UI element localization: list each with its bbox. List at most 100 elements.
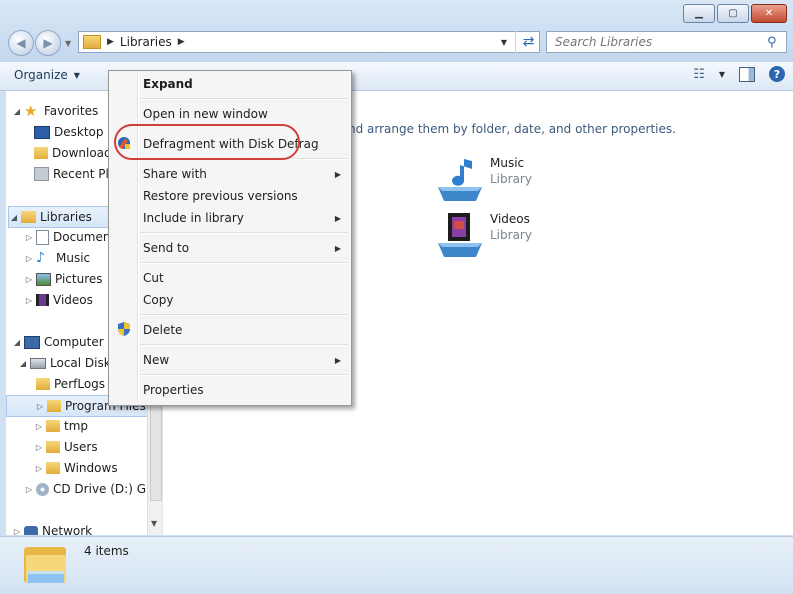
expand-arrow-icon[interactable]: ▷	[34, 422, 44, 431]
disk-icon	[30, 357, 46, 369]
folder-icon	[46, 462, 60, 474]
view-controls: ☷ ▼ ?	[693, 66, 785, 82]
submenu-arrow-icon: ▶	[334, 356, 341, 365]
nav-item-label: Pictures	[55, 272, 103, 286]
menu-gutter	[137, 73, 139, 401]
folder-icon	[47, 400, 61, 412]
address-bar[interactable]: ▶ Libraries ▶ ▼	[78, 31, 540, 53]
window-buttons: ▁ ▢ ✕	[683, 4, 787, 23]
nav-item-label: PerfLogs	[54, 377, 106, 391]
nav-item-documents[interactable]: ▷ Documents	[24, 227, 121, 247]
minimize-button[interactable]: ▁	[683, 4, 715, 23]
collapse-arrow-icon[interactable]: ◢	[12, 338, 22, 347]
menu-item-send-to[interactable]: Send to	[143, 241, 189, 255]
breadcrumb-libraries[interactable]: Libraries	[120, 35, 172, 49]
breadcrumb-arrow-icon[interactable]: ▶	[107, 37, 114, 47]
expand-arrow-icon[interactable]: ▷	[24, 485, 34, 494]
nav-folder-users[interactable]: ▷ Users	[34, 437, 98, 457]
library-hint-text: nd arrange them by folder, date, and oth…	[348, 122, 676, 136]
music-icon: ♪	[36, 250, 45, 266]
nav-favorites[interactable]: ◢ ★ Favorites	[12, 101, 98, 121]
recent-pages-dropdown[interactable]: ▼	[65, 39, 71, 48]
search-box: ⚲	[546, 31, 787, 53]
nav-item-label: Videos	[53, 293, 93, 307]
menu-item-new[interactable]: New	[143, 353, 169, 367]
collapse-arrow-icon[interactable]: ◢	[18, 359, 28, 368]
help-icon[interactable]: ?	[769, 66, 785, 82]
close-button[interactable]: ✕	[751, 4, 787, 23]
folder-icon	[46, 441, 60, 453]
expand-arrow-icon[interactable]: ▷	[24, 275, 34, 284]
search-icon[interactable]: ⚲	[767, 35, 777, 50]
back-button[interactable]: ◀	[8, 30, 34, 56]
nav-network[interactable]: ▷ Network	[12, 521, 92, 535]
nav-cd-drive[interactable]: ▷ CD Drive (D:) GRMC	[24, 479, 162, 499]
expand-arrow-icon[interactable]: ▷	[35, 402, 45, 411]
scroll-down-arrow-icon[interactable]: ▼	[151, 519, 157, 528]
libraries-folder-icon	[83, 35, 101, 49]
highlight-ring	[114, 124, 300, 160]
menu-item-open-new-window[interactable]: Open in new window	[143, 107, 268, 121]
nav-item-label: Music	[56, 251, 91, 265]
maximize-button[interactable]: ▢	[717, 4, 749, 23]
collapse-arrow-icon[interactable]: ◢	[12, 107, 22, 116]
menu-item-restore-previous-versions[interactable]: Restore previous versions	[143, 189, 298, 203]
downloads-folder-icon	[34, 147, 48, 159]
menu-separator	[141, 262, 347, 264]
desktop-icon	[34, 125, 50, 139]
forward-button[interactable]: ▶	[35, 30, 61, 56]
expand-arrow-icon[interactable]: ▷	[24, 254, 34, 263]
nav-item-downloads[interactable]: Downloads	[34, 143, 118, 163]
search-input[interactable]	[553, 34, 767, 50]
libraries-icon	[21, 211, 36, 223]
menu-item-copy[interactable]: Copy	[143, 293, 173, 307]
item-count: 4 items	[84, 544, 129, 558]
refresh-icon[interactable]: ⇄	[515, 31, 541, 53]
preview-pane-icon[interactable]	[739, 66, 755, 82]
organize-button[interactable]: Organize ▼	[14, 68, 80, 82]
collapse-arrow-icon[interactable]: ◢	[9, 213, 19, 222]
nav-folder-windows[interactable]: ▷ Windows	[34, 458, 118, 478]
menu-separator	[141, 314, 347, 316]
status-bar: 4 items	[0, 536, 793, 594]
view-dropdown-icon[interactable]: ▼	[719, 70, 725, 79]
menu-item-delete[interactable]: Delete	[143, 323, 182, 337]
nav-computer[interactable]: ◢ Computer	[12, 332, 104, 352]
library-item-videos[interactable]: Videos Library	[436, 211, 532, 259]
menu-item-cut[interactable]: Cut	[143, 271, 164, 285]
menu-item-expand[interactable]: Expand	[143, 77, 193, 91]
nav-computer-label: Computer	[44, 335, 104, 349]
videos-icon	[36, 294, 49, 306]
nav-item-pictures[interactable]: ▷ Pictures	[24, 269, 103, 289]
nav-folder-tmp[interactable]: ▷ tmp	[34, 416, 88, 436]
nav-item-label: CD Drive (D:) GRMC	[53, 482, 162, 496]
expand-arrow-icon[interactable]: ▷	[34, 443, 44, 452]
nav-item-music[interactable]: ▷ ♪ Music	[24, 248, 90, 268]
library-type: Library	[490, 228, 532, 242]
nav-item-label: Windows	[64, 461, 118, 475]
library-folder-icon	[24, 547, 66, 583]
pictures-icon	[36, 272, 51, 286]
library-item-music[interactable]: Music Library	[436, 155, 532, 203]
expand-arrow-icon[interactable]: ▷	[24, 233, 34, 242]
change-view-icon[interactable]: ☷	[693, 67, 705, 82]
nav-item-label: Desktop	[54, 125, 104, 139]
music-library-icon	[438, 159, 482, 201]
library-name: Music	[490, 156, 525, 170]
menu-item-include-in-library[interactable]: Include in library	[143, 211, 244, 225]
nav-item-desktop[interactable]: Desktop	[34, 122, 104, 142]
folder-icon	[46, 420, 60, 432]
menu-item-properties[interactable]: Properties	[143, 383, 204, 397]
menu-item-share-with[interactable]: Share with	[143, 167, 207, 181]
folder-icon	[36, 378, 50, 390]
expand-arrow-icon[interactable]: ▷	[34, 464, 44, 473]
expand-arrow-icon[interactable]: ▷	[12, 527, 22, 536]
menu-separator	[141, 374, 347, 376]
address-dropdown-icon[interactable]: ▼	[501, 38, 507, 47]
breadcrumb-arrow-icon[interactable]: ▶	[178, 37, 185, 47]
submenu-arrow-icon: ▶	[334, 170, 341, 179]
nav-folder-perflogs[interactable]: PerfLogs	[36, 374, 105, 394]
expand-arrow-icon[interactable]: ▷	[24, 296, 34, 305]
network-icon	[24, 525, 38, 535]
nav-item-videos[interactable]: ▷ Videos	[24, 290, 93, 310]
